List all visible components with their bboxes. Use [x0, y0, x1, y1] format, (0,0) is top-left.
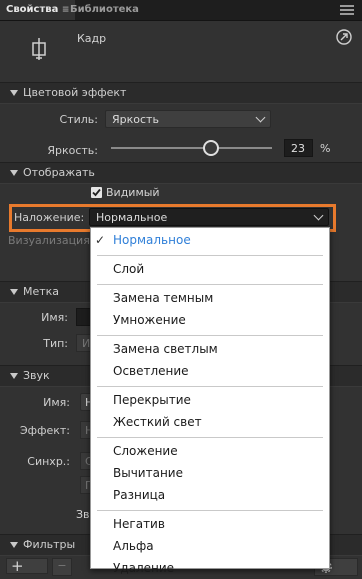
- blend-menu-item[interactable]: Перекрытие: [91, 390, 329, 411]
- menu-separator: [97, 284, 323, 285]
- menu-separator: [97, 255, 323, 256]
- blend-menu-item[interactable]: Осветление: [91, 361, 329, 382]
- blend-menu-item-label: Жесткий свет: [113, 415, 202, 429]
- chevron-down-icon: [255, 112, 266, 123]
- add-filter-button[interactable]: +: [6, 558, 48, 574]
- blend-menu-item-label: Сложение: [113, 444, 178, 458]
- collapse-triangle-icon[interactable]: [10, 373, 18, 379]
- sound-effect-label: Эффект:: [20, 424, 71, 437]
- section-display[interactable]: Отображать: [0, 162, 362, 184]
- section-title: Фильтры: [23, 538, 76, 551]
- blend-menu-item[interactable]: Слой: [91, 259, 329, 280]
- frame-icon: [30, 38, 48, 60]
- blend-menu-item-label: Слой: [113, 262, 145, 276]
- blend-menu-item-label: Осветление: [113, 364, 189, 378]
- blend-menu-item-label: Замена светлым: [113, 342, 218, 356]
- render-label: Визуализация:: [8, 234, 94, 247]
- blend-menu-item[interactable]: Вычитание: [91, 463, 329, 484]
- blend-menu-item[interactable]: Разница: [91, 485, 329, 506]
- blend-menu-item[interactable]: Умножение: [91, 310, 329, 331]
- visible-checkbox[interactable]: [91, 187, 102, 198]
- open-external-icon[interactable]: [336, 29, 352, 48]
- style-label: Стиль:: [59, 113, 98, 126]
- blend-menu-item[interactable]: ✓ Нормальное: [91, 230, 329, 251]
- blend-menu-item-label: Вычитание: [113, 466, 183, 480]
- blend-dropdown[interactable]: Нормальное: [89, 208, 329, 226]
- blend-mode-menu: ✓ Нормальное Слой Замена темным Умножение Зам…: [90, 227, 330, 575]
- menu-separator: [97, 386, 323, 387]
- remove-filter-button[interactable]: −: [52, 558, 72, 576]
- blend-menu-item[interactable]: Жесткий свет: [91, 412, 329, 433]
- blend-menu-item[interactable]: Замена светлым: [91, 339, 329, 360]
- blend-label: Наложение:: [14, 211, 85, 224]
- blend-menu-item-label: Удаление: [113, 561, 175, 575]
- blend-menu-item-label: Разница: [113, 488, 166, 502]
- blend-menu-item-label: Нормальное: [113, 233, 191, 247]
- sound-sync-label: Синхр.:: [27, 455, 70, 468]
- blend-menu-item-label: Негатив: [113, 517, 165, 531]
- sound-label-2: Зв: [76, 508, 90, 521]
- blend-menu-item-label: Альфа: [113, 539, 154, 553]
- label-name-label: Имя:: [41, 311, 68, 324]
- brightness-slider-track[interactable]: [111, 147, 272, 149]
- collapse-triangle-icon[interactable]: [10, 170, 18, 176]
- section-title: Цветовой эффект: [23, 86, 127, 99]
- brightness-unit: %: [320, 142, 331, 155]
- blend-menu-item-label: Перекрытие: [113, 393, 191, 407]
- panel-tab-bar: Свойства ≡ Библиотека: [0, 0, 362, 21]
- blend-dropdown-value: Нормальное: [96, 211, 168, 224]
- panel-options-icon[interactable]: [340, 3, 354, 16]
- section-title: Звук: [23, 369, 50, 382]
- blend-menu-item[interactable]: Удаление: [91, 558, 329, 579]
- checkmark-icon: ✓: [95, 233, 106, 247]
- visible-label: Видимый: [106, 186, 160, 199]
- blend-menu-item[interactable]: Сложение: [91, 441, 329, 462]
- blend-menu-item[interactable]: Негатив: [91, 514, 329, 535]
- tab-library[interactable]: Библиотека: [64, 0, 145, 20]
- section-color-effect[interactable]: Цветовой эффект: [0, 82, 362, 104]
- chevron-down-icon: [313, 210, 324, 221]
- brightness-input[interactable]: 23: [284, 139, 313, 157]
- object-type-label: Кадр: [77, 32, 107, 45]
- collapse-triangle-icon[interactable]: [10, 542, 18, 548]
- blend-menu-item-label: Замена темным: [113, 291, 214, 305]
- brightness-label: Яркость:: [47, 144, 98, 157]
- style-dropdown-value: Яркость: [112, 113, 159, 126]
- section-title: Отображать: [23, 166, 95, 179]
- blend-menu-item-label: Умножение: [113, 313, 186, 327]
- brightness-slider-thumb[interactable]: [202, 140, 219, 156]
- collapse-triangle-icon[interactable]: [10, 90, 18, 96]
- blend-menu-item[interactable]: Альфа: [91, 536, 329, 557]
- tab-library-label: Библиотека: [70, 4, 139, 15]
- sound-name-label: Имя:: [43, 396, 70, 409]
- style-dropdown[interactable]: Яркость: [105, 110, 271, 128]
- collapse-triangle-icon[interactable]: [10, 289, 18, 295]
- menu-separator: [97, 510, 323, 511]
- section-title: Метка: [23, 285, 60, 298]
- menu-separator: [97, 437, 323, 438]
- tab-properties-label: Свойства: [6, 4, 59, 15]
- plus-icon: +: [11, 557, 24, 575]
- label-type-label: Тип:: [43, 337, 68, 350]
- minus-icon: −: [57, 559, 67, 572]
- blend-menu-item[interactable]: Замена темным: [91, 288, 329, 309]
- menu-separator: [97, 335, 323, 336]
